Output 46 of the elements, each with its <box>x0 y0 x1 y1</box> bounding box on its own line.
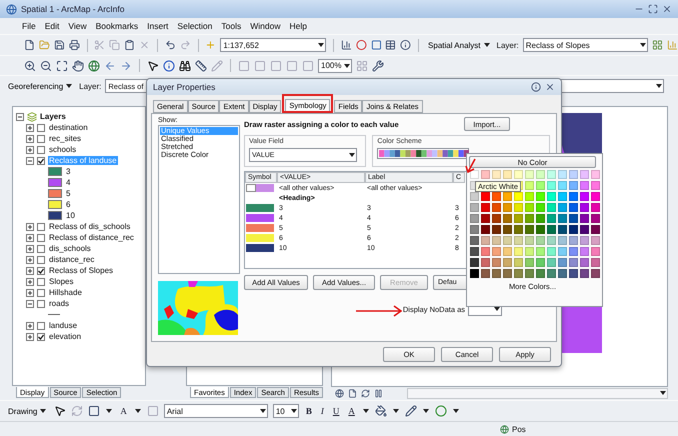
menu-item[interactable]: Edit <box>44 21 60 31</box>
layer-name[interactable]: Hillshade <box>48 288 83 297</box>
menu-item[interactable]: Window <box>250 21 280 31</box>
legend-label: 10 <box>65 211 76 220</box>
legend-label: 5 <box>65 189 72 198</box>
font-size-field[interactable]: 10 <box>272 404 299 418</box>
layer-name[interactable]: destination <box>48 123 89 132</box>
text-tool[interactable]: A <box>118 406 129 416</box>
menu-item[interactable]: File <box>22 21 36 31</box>
legend-label: 4 <box>65 178 72 187</box>
layer-name[interactable]: dis_schools <box>48 244 92 253</box>
menu-item[interactable]: Bookmarks <box>96 21 138 31</box>
georeferencing-menu[interactable]: Georeferencing <box>6 79 76 93</box>
menu-item[interactable]: Tools <box>221 21 242 31</box>
italic-button[interactable]: I <box>318 406 326 416</box>
layers-root[interactable]: Layers <box>40 112 66 121</box>
layer-name[interactable]: Reclass of dis_schools <box>48 222 132 231</box>
layer-name[interactable]: landuse <box>48 321 78 330</box>
font-color-button[interactable]: A <box>346 406 357 416</box>
zoom-field[interactable]: 100% <box>318 58 352 72</box>
legend-label: 3 <box>65 167 72 176</box>
dialog-title: Layer Properties <box>153 82 216 92</box>
underline-button[interactable]: U <box>330 406 342 416</box>
window-title: Spatial 1 - ArcMap - ArcInfo <box>21 4 126 14</box>
layer-name[interactable]: roads <box>48 299 70 308</box>
layer-name[interactable]: Reclass of Slopes <box>48 266 114 275</box>
layer-label: Layer: <box>79 82 102 90</box>
spatial-analyst-menu[interactable]: Spatial Analyst <box>426 38 493 52</box>
bold-button[interactable]: B <box>304 406 314 416</box>
menu-item[interactable]: Help <box>289 21 307 31</box>
menu-item[interactable]: Selection <box>177 21 212 31</box>
layer-name[interactable]: distance_rec <box>48 255 96 264</box>
layer-dropdown[interactable]: Reclass of Slopes <box>522 38 648 52</box>
drawing-menu[interactable]: Drawing <box>6 404 50 418</box>
menu-item[interactable]: View <box>68 21 87 31</box>
layer-name[interactable]: schools <box>48 145 78 154</box>
status-text: Pos <box>512 424 526 434</box>
layer-name[interactable]: rec_sites <box>48 134 82 143</box>
legend-label: 6 <box>65 200 72 209</box>
layer-label: Layer: <box>496 40 519 50</box>
layer-name[interactable]: Slopes <box>48 277 74 286</box>
font-field[interactable]: Arial <box>164 404 268 418</box>
scale-field[interactable]: 1:137,652 <box>220 38 326 52</box>
layer-name[interactable]: elevation <box>48 332 82 341</box>
menu-item[interactable]: Insert <box>147 21 168 31</box>
layer-name[interactable]: Reclass of distance_rec <box>48 233 135 242</box>
